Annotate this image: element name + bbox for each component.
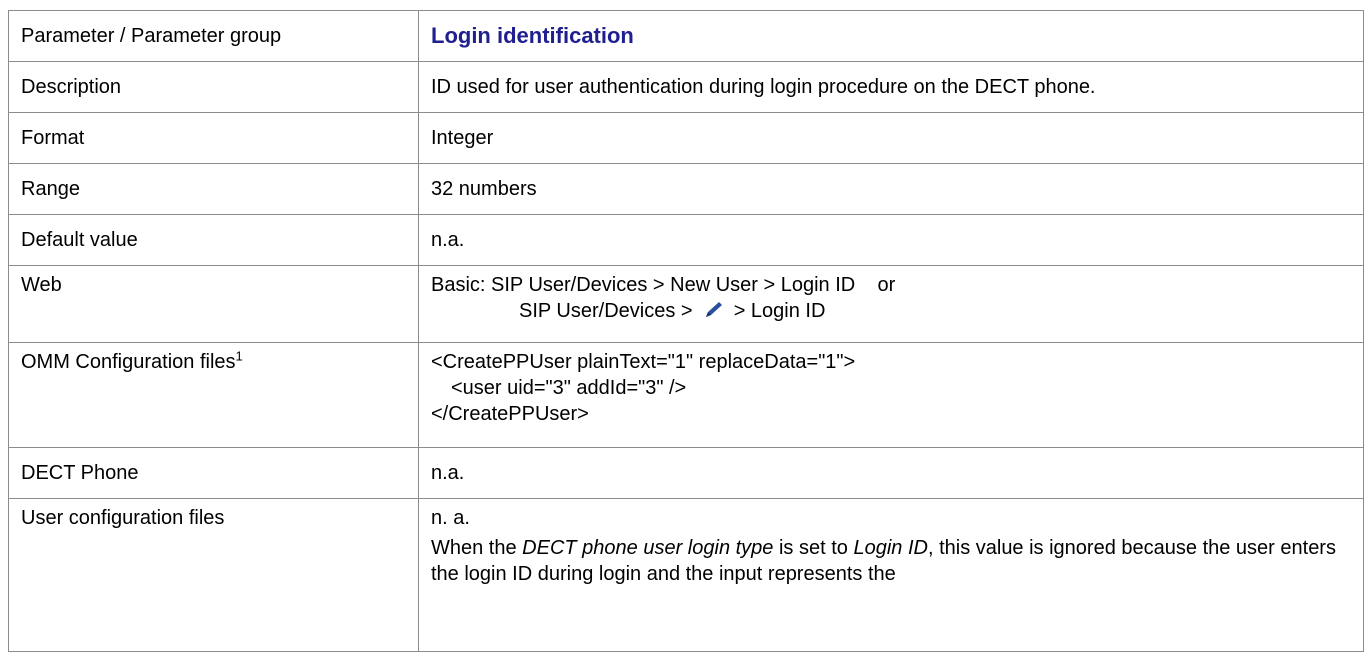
description-label-cell: Description [8,61,419,113]
footnote-marker: 1 [235,348,243,364]
format-label-cell: Format [8,112,419,164]
header-label-cell: Parameter / Parameter group [8,10,419,62]
range-value-cell: 32 numbers [418,163,1364,215]
description-value-cell: ID used for user authentication during l… [418,61,1364,113]
web-path-line2-pre: SIP User/Devices > [519,300,699,322]
dect-phone-value-cell: n.a. [418,447,1364,499]
format-value-cell: Integer [418,112,1364,164]
user-config-note: When the DECT phone user login type is s… [431,535,1351,587]
omm-code-line3: </CreatePPUser> [431,403,589,425]
web-label: Web [21,274,62,296]
parameter-table: Parameter / Parameter group Login identi… [8,10,1364,652]
table-row-description: Description ID used for user authenticat… [8,61,1364,113]
note-part2: is set to [773,537,854,559]
omm-value-cell: <CreatePPUser plainText="1" replaceData=… [418,342,1364,448]
web-path-line2-post: > Login ID [728,300,826,322]
table-row-web: Web Basic: SIP User/Devices > New User >… [8,265,1364,343]
table-row-range: Range 32 numbers [8,163,1364,215]
user-config-label-cell: User configuration files [8,498,419,652]
user-config-value-cell: n. a. When the DECT phone user login typ… [418,498,1364,652]
note-part1: When the [431,537,523,559]
table-row-format: Format Integer [8,112,1364,164]
parameter-title: Login identification [431,22,634,48]
dect-phone-label: DECT Phone [21,462,139,484]
omm-code-line1: <CreatePPUser plainText="1" replaceData=… [431,351,856,373]
range-value: 32 numbers [431,178,537,200]
pencil-edit-icon [700,299,726,321]
dect-phone-value: n.a. [431,462,465,484]
description-label: Description [21,76,122,98]
header-value-cell: Login identification [418,10,1364,62]
web-path-line2: SIP User/Devices > > Login ID [431,298,1351,324]
table-row-omm-config: OMM Configuration files1 <CreatePPUser p… [8,342,1364,448]
range-label: Range [21,178,80,200]
omm-label: OMM Configuration files [21,351,236,373]
note-italic2: Login ID [853,537,928,559]
user-config-label: User configuration files [21,507,225,529]
header-label: Parameter / Parameter group [21,25,282,47]
description-value: ID used for user authentication during l… [431,76,1096,98]
table-row-default-value: Default value n.a. [8,214,1364,266]
format-value: Integer [431,127,494,149]
omm-code-line2: <user uid="3" addId="3" /> [451,377,687,399]
default-value-label-cell: Default value [8,214,419,266]
web-value-cell: Basic: SIP User/Devices > New User > Log… [418,265,1364,343]
table-row-header: Parameter / Parameter group Login identi… [8,10,1364,62]
default-value-value: n.a. [431,229,465,251]
dect-phone-label-cell: DECT Phone [8,447,419,499]
web-label-cell: Web [8,265,419,343]
user-config-value: n. a. [431,507,470,529]
default-value-label: Default value [21,229,138,251]
note-italic1: DECT phone user login type [522,537,774,559]
web-path-line1: Basic: SIP User/Devices > New User > Log… [431,274,896,296]
table-row-dect-phone: DECT Phone n.a. [8,447,1364,499]
default-value-value-cell: n.a. [418,214,1364,266]
format-label: Format [21,127,85,149]
range-label-cell: Range [8,163,419,215]
table-row-user-config: User configuration files n. a. When the … [8,498,1364,652]
omm-label-cell: OMM Configuration files1 [8,342,419,448]
